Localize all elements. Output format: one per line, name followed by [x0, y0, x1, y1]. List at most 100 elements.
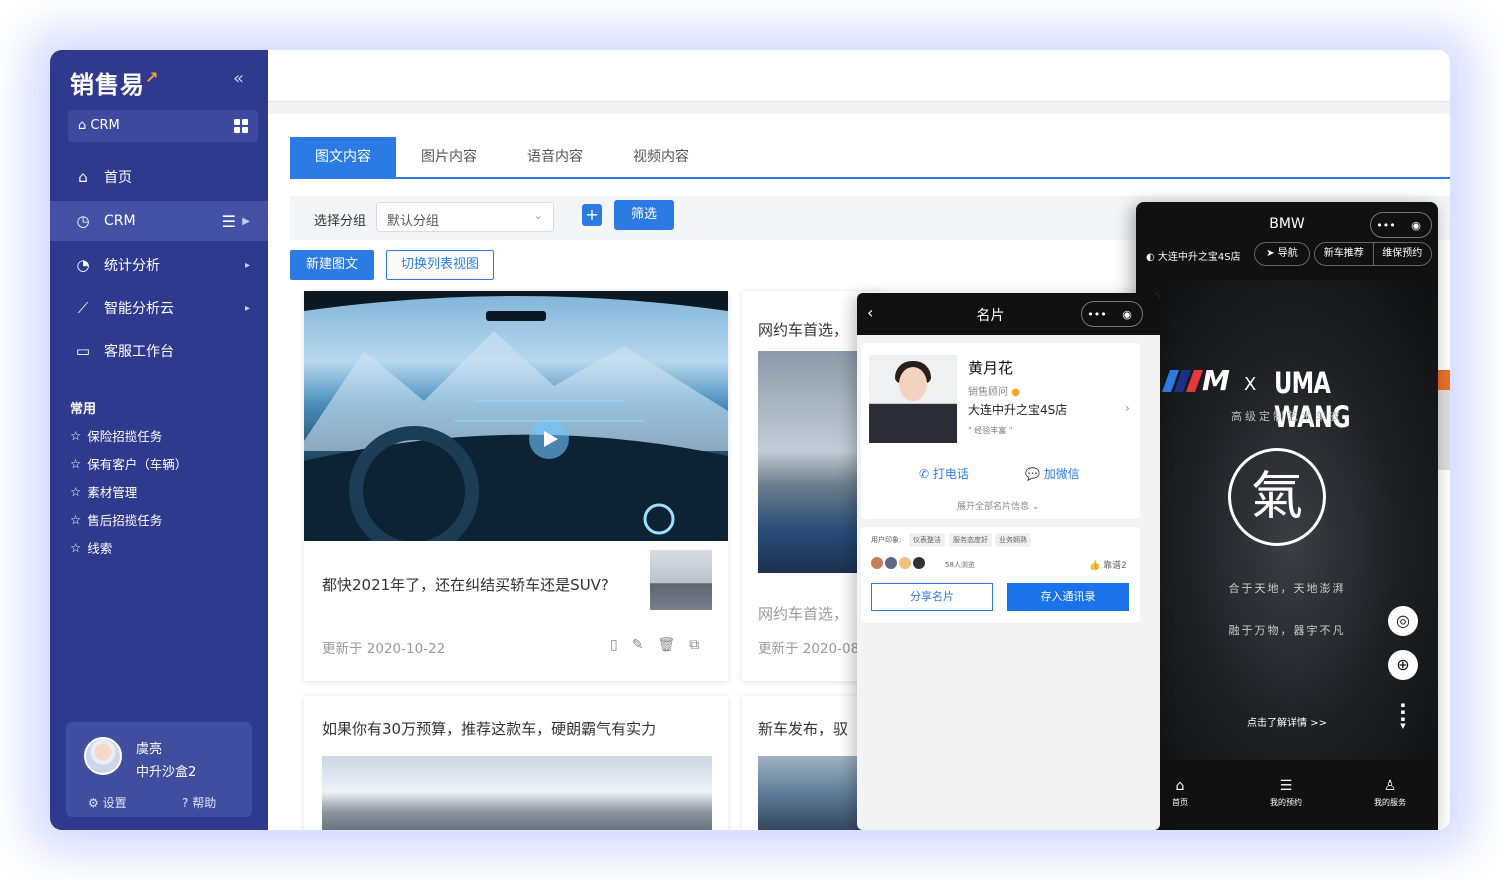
- add-wechat-button[interactable]: 💬 加微信: [1025, 465, 1080, 482]
- more-icon[interactable]: •••: [1082, 308, 1112, 321]
- fav-item[interactable]: ☆ 售后招揽任务: [70, 510, 162, 529]
- gear-icon: ⚙: [88, 796, 99, 810]
- nav-home[interactable]: ⌂ 首页: [50, 157, 268, 197]
- help-icon: ?: [182, 796, 189, 810]
- group-label: 选择分组: [314, 214, 367, 229]
- expand-card-info[interactable]: 展开全部名片信息 ⌄: [957, 499, 1039, 512]
- article-title[interactable]: 网约车首选，: [758, 319, 848, 340]
- advisor-shop: 大连中升之宝4S店: [968, 403, 1068, 417]
- miniprogram-tabbar: ⌂ 首页 ☰ 我的预约 ♙ 我的服务: [1146, 760, 1438, 830]
- fav-item[interactable]: ☆ 素材管理: [70, 482, 137, 501]
- help-link[interactable]: ? 帮助: [182, 794, 216, 811]
- settings-link[interactable]: ⚙ 设置: [88, 794, 127, 811]
- article-subtitle: 网约车首选，: [758, 605, 849, 623]
- preview-icon[interactable]: ▯: [610, 637, 618, 653]
- article-title[interactable]: 如果你有30万预算，推荐这款车，硬朗霸气有实力: [322, 718, 656, 739]
- miniprogram-capsule[interactable]: ••• ◉: [1370, 212, 1432, 238]
- tab-my-service[interactable]: ♙ 我的服务: [1360, 778, 1420, 808]
- add-circle-icon[interactable]: ⊕: [1388, 650, 1418, 680]
- crm-app-switch[interactable]: ⌂ CRM: [68, 110, 258, 142]
- share-card-button[interactable]: 分享名片: [871, 583, 993, 611]
- article-date: 更新于 2020-08: [758, 641, 860, 657]
- bmw-miniprogram-preview: BMW ••• ◉ ◐ 大连中升之宝4S店 ➤ 导航 新车推荐 维保预约 M X…: [1136, 202, 1438, 830]
- phone-icon: ✆: [919, 467, 930, 481]
- top-bar: [268, 50, 1450, 102]
- chevron-right-icon[interactable]: ›: [1125, 401, 1130, 415]
- group-select[interactable]: 默认分组 ⌄: [376, 202, 554, 232]
- navigate-button[interactable]: ➤ 导航: [1254, 242, 1310, 266]
- user-name: 虞亮: [136, 742, 163, 757]
- delete-icon[interactable]: 🗑: [657, 637, 675, 653]
- impression-card: 用户印象: 仪表整洁 服务态度好 业务娴熟 58人浏览 👍 靠谱2 分享名片 存…: [861, 527, 1140, 623]
- tab-image-text[interactable]: 图文内容: [290, 137, 396, 177]
- chevron-down-icon: ⌄: [1031, 502, 1040, 512]
- tab-video[interactable]: 视频内容: [608, 137, 714, 177]
- suv-thumbnail: [650, 550, 712, 610]
- new-article-button[interactable]: 新建图文: [290, 250, 374, 280]
- bmw-m-logo: M: [1160, 364, 1230, 397]
- star-icon: ☆: [70, 428, 82, 443]
- nav-stats[interactable]: ◔ 统计分析 ▸: [50, 245, 268, 285]
- save-contact-button[interactable]: 存入通讯录: [1007, 583, 1129, 611]
- nav-service-desk[interactable]: ▭ 客服工作台: [50, 331, 268, 371]
- chevron-right-icon: ▸: [244, 259, 250, 271]
- fav-item[interactable]: ☆ 线索: [70, 538, 112, 557]
- chevron-right-icon: ▶: [242, 215, 250, 227]
- nav-analysis-cloud[interactable]: ⟋ 智能分析云 ▸: [50, 288, 268, 328]
- car-dashboard-image: [304, 291, 728, 541]
- user-icon: ♙: [1383, 778, 1397, 794]
- article-card[interactable]: 如果你有30万预算，推荐这款车，硬朗霸气有实力: [304, 696, 728, 830]
- miniprogram-capsule[interactable]: ••• ◉: [1081, 301, 1143, 327]
- viewer-avatars: [871, 557, 925, 569]
- chevron-down-icon: ⌄: [533, 209, 543, 222]
- star-icon: ☆: [70, 512, 82, 527]
- add-group-button[interactable]: +: [582, 204, 602, 226]
- shop-name[interactable]: ◐ 大连中升之宝4S店: [1146, 248, 1241, 263]
- business-card-preview: ‹ 名片 ••• ◉ 黄月花 销售顾问 ● 大连中升之宝4S店 " 经验丰富 "…: [857, 293, 1160, 830]
- list-icon[interactable]: ☰: [222, 212, 236, 231]
- chart-pie-icon: ◔: [76, 256, 90, 274]
- advisor-tag: " 经验丰富 ": [968, 426, 1013, 435]
- copy-icon[interactable]: ⧉: [689, 637, 699, 653]
- grid-icon[interactable]: [234, 119, 248, 133]
- tab-audio[interactable]: 语音内容: [502, 137, 608, 177]
- article-title[interactable]: 都快2021年了，还在纠结买轿车还是SUV?: [322, 574, 609, 595]
- chevron-right-icon: ▸: [244, 302, 250, 314]
- article-title[interactable]: 新车发布，驭: [758, 718, 848, 739]
- qi-seal-logo: 氣: [1228, 448, 1326, 546]
- avatar[interactable]: [84, 737, 122, 775]
- navigation-icon: ➤: [1266, 248, 1275, 259]
- home-icon: ⌂: [78, 168, 88, 186]
- close-circle-icon[interactable]: ◉: [1401, 219, 1431, 232]
- call-button[interactable]: ✆ 打电话: [919, 465, 969, 482]
- advisor-photo: [869, 355, 957, 443]
- new-car-button[interactable]: 新车推荐: [1315, 243, 1374, 265]
- article-card[interactable]: 都快2021年了，还在纠结买轿车还是SUV? 更新于 2020-10-22 ▯ …: [304, 291, 728, 681]
- learn-more-link[interactable]: 点击了解详情 >>: [1146, 714, 1428, 729]
- fav-item[interactable]: ☆ 保险招揽任务: [70, 426, 162, 445]
- crm-icon: ⌂: [78, 118, 87, 133]
- bmw-banner[interactable]: M X UMA WANG 高级定制艺术车衣 氣 合于天地，天地澎湃 融于万物，器…: [1146, 280, 1438, 760]
- banner-line-2: 融于万物，器宇不凡: [1228, 624, 1346, 637]
- scroll-indicator-icon: ▪ ▪ ▪ ▼: [1400, 701, 1406, 730]
- impression-tag: 服务态度好: [949, 533, 992, 547]
- impression-tag: 仪表整洁: [909, 533, 945, 547]
- filter-button[interactable]: 筛选: [614, 200, 674, 230]
- line-chart-icon: ⟋: [77, 299, 89, 317]
- edit-icon[interactable]: ✎: [632, 637, 644, 653]
- service-booking-button[interactable]: 维保预约: [1374, 243, 1432, 265]
- collapse-sidebar-icon[interactable]: «: [233, 68, 244, 89]
- like-button[interactable]: 👍 靠谱2: [1089, 558, 1127, 571]
- customer-service-icon[interactable]: ◎: [1388, 606, 1418, 636]
- tab-my-booking[interactable]: ☰ 我的预约: [1256, 778, 1316, 808]
- profile-card: 黄月花 销售顾问 ● 大连中升之宝4S店 " 经验丰富 " › ✆ 打电话 💬 …: [861, 343, 1140, 519]
- thumbs-up-icon: 👍: [1089, 561, 1101, 571]
- switch-list-view-button[interactable]: 切换列表视图: [386, 250, 494, 280]
- more-icon[interactable]: •••: [1371, 219, 1401, 232]
- star-icon: ☆: [70, 484, 82, 499]
- fav-item[interactable]: ☆ 保有客户（车辆）: [70, 454, 187, 473]
- nav-crm[interactable]: ◷ CRM ☰ ▶: [50, 201, 268, 241]
- close-circle-icon[interactable]: ◉: [1112, 308, 1142, 321]
- tab-images[interactable]: 图片内容: [396, 137, 502, 177]
- user-org: 中升沙盒2: [136, 765, 197, 780]
